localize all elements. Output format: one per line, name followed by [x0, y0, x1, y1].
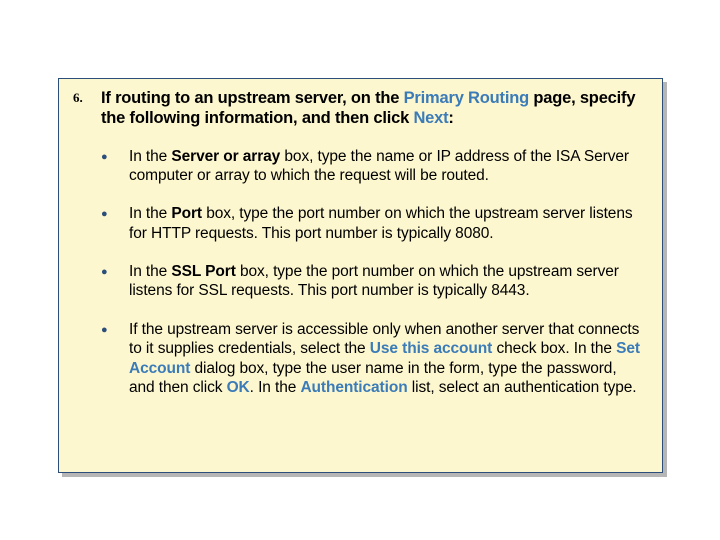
- list-item: ●If the upstream server is accessible on…: [101, 320, 642, 398]
- text-span: Use this account: [370, 340, 492, 357]
- bullet-icon: ●: [101, 147, 129, 163]
- text-span: box, type the port number on which the u…: [129, 205, 633, 241]
- list-item: ●In the Port box, type the port number o…: [101, 204, 642, 243]
- text-span: list, select an authentication type.: [408, 379, 637, 396]
- step-heading-seg3: :: [448, 109, 453, 127]
- text-span: In the: [129, 148, 171, 165]
- instruction-panel: 6. If routing to an upstream server, on …: [58, 78, 663, 473]
- list-item-text: If the upstream server is accessible onl…: [129, 320, 642, 398]
- text-span: In the: [129, 263, 171, 280]
- text-span: check box. In the: [492, 340, 616, 357]
- text-span: . In the: [250, 379, 301, 396]
- list-item-text: In the Port box, type the port number on…: [129, 204, 642, 243]
- text-span: Authentication: [300, 379, 407, 396]
- text-span: OK: [227, 379, 250, 396]
- step-heading-seg1: If routing to an upstream server, on the: [101, 89, 404, 107]
- text-span: Server or array: [171, 148, 280, 165]
- step-number: 6.: [73, 89, 101, 106]
- bullet-icon: ●: [101, 204, 129, 220]
- list-item: ●In the SSL Port box, type the port numb…: [101, 262, 642, 301]
- bullet-list: ●In the Server or array box, type the na…: [101, 147, 642, 398]
- list-item-text: In the Server or array box, type the nam…: [129, 147, 642, 186]
- primary-routing-label: Primary Routing: [404, 89, 529, 107]
- list-item-text: In the SSL Port box, type the port numbe…: [129, 262, 642, 301]
- text-span: SSL Port: [171, 263, 235, 280]
- bullet-icon: ●: [101, 262, 129, 278]
- text-span: Port: [171, 205, 202, 222]
- step-heading: If routing to an upstream server, on the…: [101, 89, 642, 129]
- next-label: Next: [413, 109, 448, 127]
- list-item: ●In the Server or array box, type the na…: [101, 147, 642, 186]
- step-row: 6. If routing to an upstream server, on …: [73, 89, 642, 129]
- bullet-icon: ●: [101, 320, 129, 336]
- text-span: In the: [129, 205, 171, 222]
